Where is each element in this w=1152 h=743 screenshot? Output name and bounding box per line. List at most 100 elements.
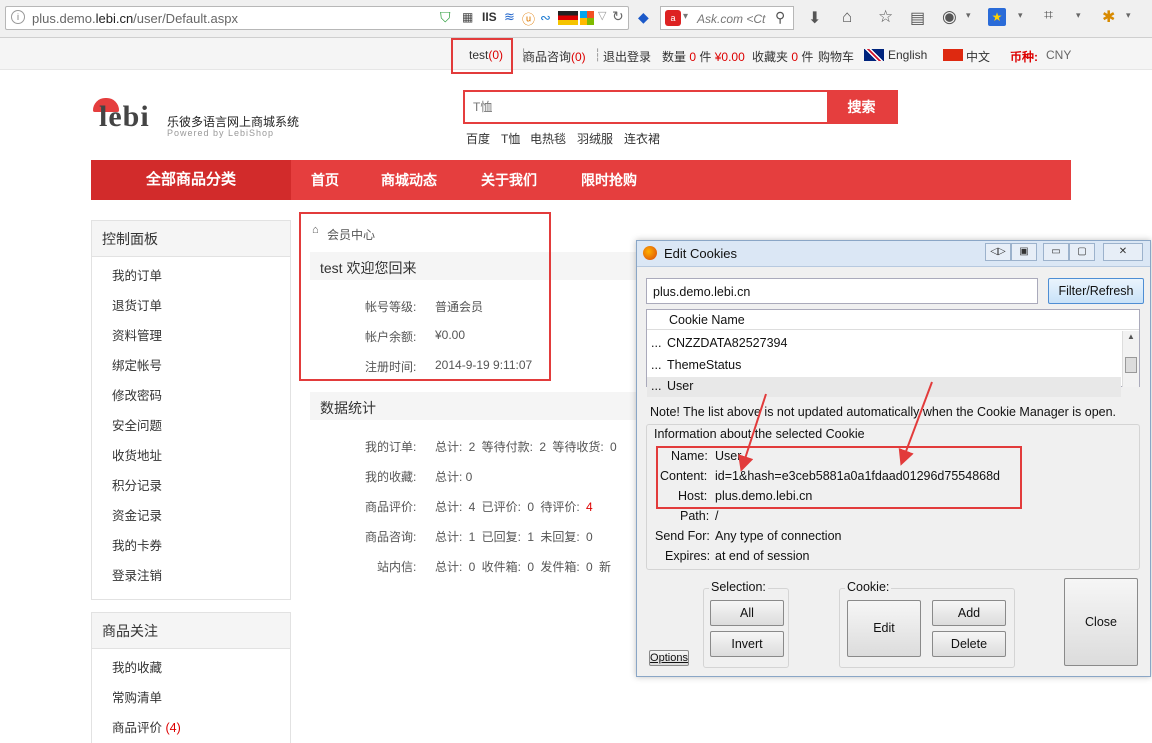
search-icon[interactable]: ⚲ bbox=[775, 9, 785, 26]
list-item[interactable]: ... ThemeStatus bbox=[647, 356, 1121, 376]
nav-item-news[interactable]: 商城动态 bbox=[381, 160, 437, 200]
cart-link[interactable]: 购物车 bbox=[818, 48, 854, 65]
hot-word-link[interactable]: T恤 bbox=[501, 130, 520, 147]
dialog-titlebar[interactable]: Edit Cookies ◁▷ ▣ ▭ ▢ ✕ bbox=[637, 241, 1150, 267]
cookie-list-header[interactable]: Cookie Name bbox=[647, 310, 1139, 330]
download-icon[interactable]: ⬇ bbox=[808, 8, 821, 28]
maximize-icon[interactable]: ▢ bbox=[1069, 243, 1095, 261]
hot-word-link[interactable]: 羽绒服 bbox=[577, 130, 613, 147]
list-item-selected[interactable]: ... User bbox=[647, 377, 1121, 397]
qty-label: 数量 bbox=[662, 50, 687, 64]
sidebar-item-password[interactable]: 修改密码 bbox=[92, 381, 290, 411]
reload-icon[interactable]: ↻ bbox=[612, 8, 624, 25]
hot-word-link[interactable]: 连衣裙 bbox=[624, 130, 660, 147]
url-domain: lebi.cn bbox=[95, 11, 134, 26]
options-button[interactable]: Options bbox=[649, 650, 689, 666]
tilde-icon[interactable]: ∾ bbox=[540, 10, 551, 26]
hot-word-link[interactable]: 百度 bbox=[466, 130, 490, 147]
sidebar-item-security[interactable]: 安全问题 bbox=[92, 411, 290, 441]
sidebar-item-frequent[interactable]: 常购清单 bbox=[92, 683, 290, 713]
scroll-up-icon[interactable]: ▲ bbox=[1127, 332, 1135, 341]
lang-english-link[interactable]: English bbox=[888, 48, 927, 62]
fav-link[interactable]: 收藏夹 0 件 bbox=[752, 48, 813, 65]
shield-icon[interactable]: ⛉ bbox=[440, 9, 451, 26]
sidebar-item-orders[interactable]: 我的订单 bbox=[92, 261, 290, 291]
ask-icon: a bbox=[665, 10, 681, 26]
list-item-label: CNZZDATA82527394 bbox=[667, 336, 788, 350]
address-bar[interactable]: i plus.demo.lebi.cn/user/Default.aspx ⛉ … bbox=[5, 6, 629, 30]
url-path: /user/Default.aspx bbox=[133, 11, 238, 26]
windows-icon[interactable] bbox=[580, 11, 594, 25]
favorite-addon-icon[interactable]: ★ bbox=[988, 8, 1006, 26]
invert-selection-button[interactable]: Invert bbox=[710, 631, 784, 657]
logo-text: lebi bbox=[99, 100, 150, 133]
addon-icon[interactable]: ✱ bbox=[1102, 7, 1115, 27]
site-search-button[interactable]: 搜索 bbox=[827, 92, 896, 122]
stats-orders-text: 总计: 2 等待付款: 2 等待收货: 0 bbox=[435, 440, 617, 454]
qr-icon[interactable]: ▦ bbox=[462, 10, 473, 24]
user-link[interactable]: test(0) bbox=[469, 48, 503, 62]
flag-icon[interactable] bbox=[558, 11, 578, 25]
site-search: 搜索 bbox=[463, 90, 898, 124]
scrollbar[interactable]: ▲ bbox=[1122, 331, 1139, 387]
sidebar-item-address[interactable]: 收货地址 bbox=[92, 441, 290, 471]
hot-word-link[interactable]: 电热毯 bbox=[530, 130, 566, 147]
cookie-list[interactable]: Cookie Name ... CNZZDATA82527394 ... The… bbox=[646, 309, 1140, 397]
sync-icon[interactable]: ◉ bbox=[942, 7, 957, 27]
dropdown-icon[interactable]: ▾ bbox=[1018, 10, 1023, 21]
send-for-value: Any type of connection bbox=[715, 529, 842, 543]
sidebar-item-favorites[interactable]: 我的收藏 bbox=[92, 653, 290, 683]
dropdown-icon[interactable]: ▽ bbox=[598, 9, 606, 22]
filter-input[interactable]: plus.demo.lebi.cn bbox=[646, 278, 1038, 304]
dialog-title: Edit Cookies bbox=[664, 246, 737, 261]
dropdown-icon[interactable]: ▾ bbox=[1126, 10, 1131, 21]
close-icon[interactable]: ✕ bbox=[1103, 243, 1143, 261]
crop-icon[interactable]: ⌗ bbox=[1044, 7, 1053, 25]
stats-messages-text: 总计: 0 收件箱: 0 发件箱: 0 新 bbox=[435, 560, 612, 574]
scroll-thumb[interactable] bbox=[1125, 357, 1137, 373]
sidebar-item-bind-account[interactable]: 绑定帐号 bbox=[92, 351, 290, 381]
bookmark-star-icon[interactable]: ◆ bbox=[638, 9, 649, 26]
site-search-input[interactable] bbox=[465, 92, 827, 122]
delete-cookie-button[interactable]: Delete bbox=[932, 631, 1006, 657]
ask-search-box[interactable]: a ▾ Ask.com <Ct ⚲ bbox=[660, 6, 794, 30]
nav-item-home[interactable]: 首页 bbox=[311, 160, 339, 200]
pin-icon[interactable]: ▣ bbox=[1011, 243, 1037, 261]
follow-panel-title: 商品关注 bbox=[92, 613, 290, 649]
all-categories-button[interactable]: 全部商品分类 bbox=[91, 160, 291, 200]
column-cookie-name[interactable]: Cookie Name bbox=[669, 313, 745, 327]
minimize-icon[interactable]: ▭ bbox=[1043, 243, 1069, 261]
filter-refresh-button[interactable]: Filter/Refresh bbox=[1048, 278, 1144, 304]
select-all-button[interactable]: All bbox=[710, 600, 784, 626]
sidebar-item-points[interactable]: 积分记录 bbox=[92, 471, 290, 501]
sidebar-item-profile[interactable]: 资料管理 bbox=[92, 321, 290, 351]
iis-icon[interactable]: IIS bbox=[482, 10, 497, 24]
sidebar-item-logout[interactable]: 登录注销 bbox=[92, 561, 290, 591]
sidebar-item-returns[interactable]: 退货订单 bbox=[92, 291, 290, 321]
reading-list-icon[interactable]: ▤ bbox=[910, 8, 925, 28]
edit-cookie-button[interactable]: Edit bbox=[847, 600, 921, 657]
star-icon[interactable]: ☆ bbox=[878, 7, 893, 27]
home-icon[interactable]: ⌂ bbox=[842, 7, 852, 27]
lang-chinese-link[interactable]: 中文 bbox=[966, 48, 990, 65]
nav-item-about[interactable]: 关于我们 bbox=[481, 160, 537, 200]
restore-icon[interactable]: ◁▷ bbox=[985, 243, 1011, 261]
consult-link[interactable]: 商品咨询(0) bbox=[523, 48, 586, 65]
sidebar-item-reviews[interactable]: 商品评价 (4) bbox=[92, 713, 290, 743]
add-cookie-button[interactable]: Add bbox=[932, 600, 1006, 626]
nav-item-flashsale[interactable]: 限时抢购 bbox=[581, 160, 637, 200]
ask-placeholder: Ask.com <Ct bbox=[697, 12, 766, 26]
logout-link[interactable]: 退出登录 bbox=[603, 48, 651, 65]
site-logo[interactable]: lebi 乐彼多语言网上商城系统 Powered by LebiShop bbox=[91, 98, 311, 142]
close-button[interactable]: Close bbox=[1064, 578, 1138, 666]
dropdown-icon[interactable]: ▾ bbox=[683, 11, 688, 22]
ie-icon[interactable]: ⓤ bbox=[522, 9, 535, 28]
sidebar-item-funds[interactable]: 资金记录 bbox=[92, 501, 290, 531]
dropdown-icon[interactable]: ▾ bbox=[966, 10, 971, 21]
wave-icon[interactable]: ≋ bbox=[504, 9, 515, 25]
sidebar-item-coupons[interactable]: 我的卡券 bbox=[92, 531, 290, 561]
dropdown-icon[interactable]: ▾ bbox=[1076, 10, 1081, 21]
list-item[interactable]: ... CNZZDATA82527394 bbox=[647, 334, 1121, 354]
stats-consult-label: 商品咨询: bbox=[365, 530, 417, 544]
currency-value[interactable]: CNY bbox=[1046, 48, 1071, 62]
